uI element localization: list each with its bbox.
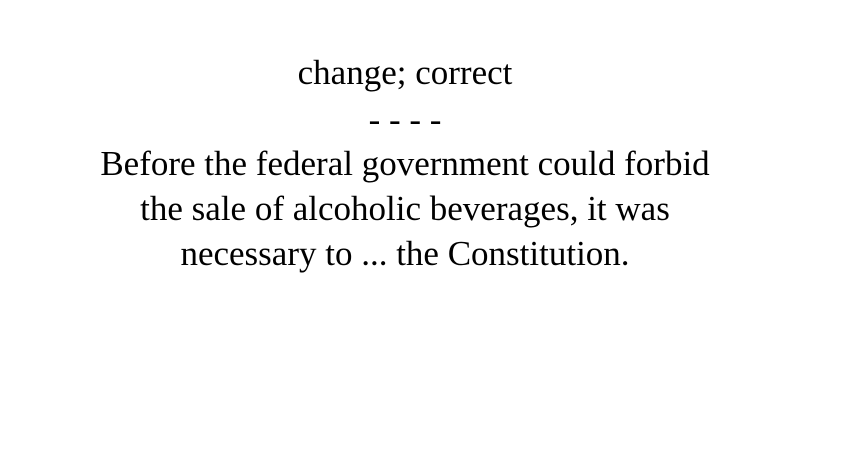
- sentence-line: Before the federal government could forb…: [100, 144, 710, 183]
- definition-text: change; correct: [297, 53, 513, 92]
- sentence-line: the sale of alcoholic beverages, it was: [140, 189, 670, 228]
- separator-dashes: - - - -: [368, 100, 442, 139]
- example-sentence: Before the federal government could forb…: [0, 141, 810, 276]
- sentence-line: necessary to ... the Constitution.: [180, 234, 630, 273]
- flashcard: change; correct - - - - Before the feder…: [0, 0, 810, 475]
